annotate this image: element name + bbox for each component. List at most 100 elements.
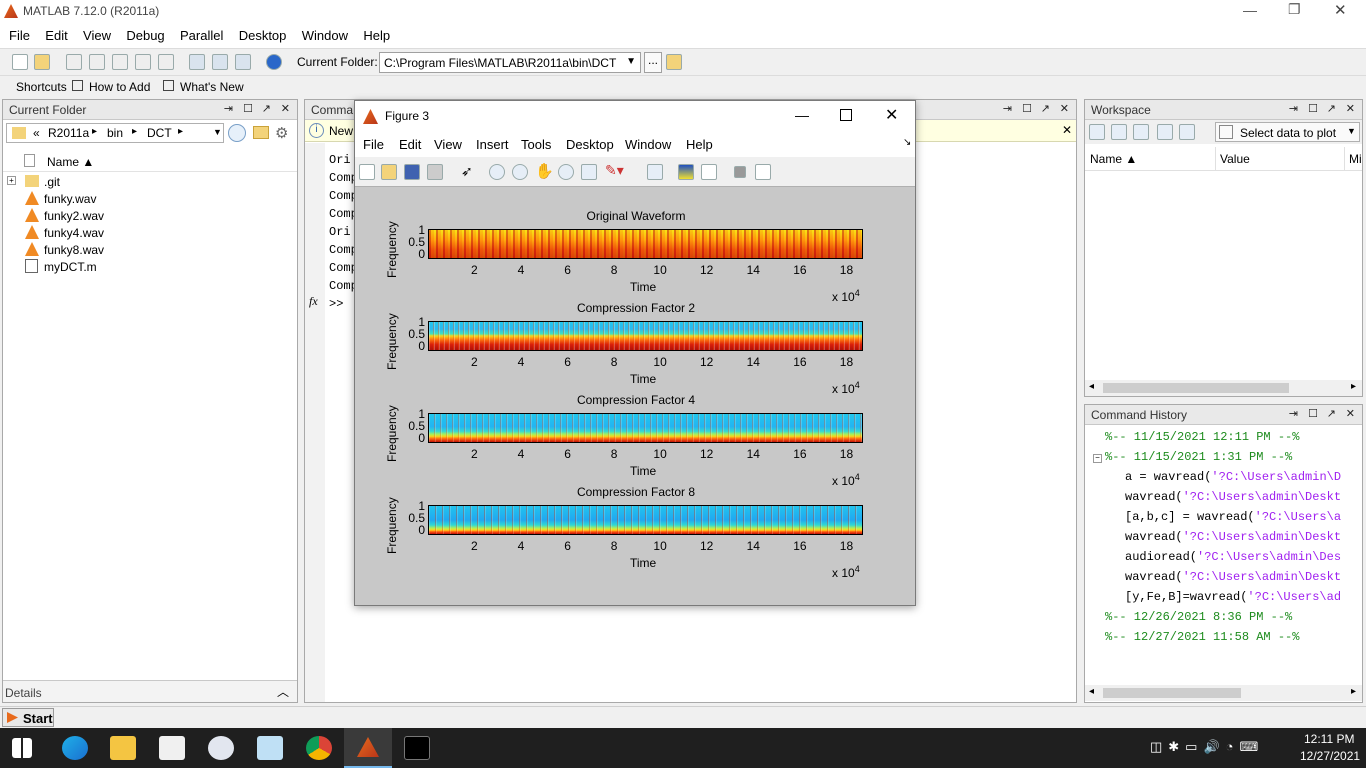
delete-variable-icon[interactable]: [1179, 124, 1195, 140]
scroll-right-icon[interactable]: ▸: [1351, 381, 1356, 392]
chevron-down-icon[interactable]: ▼: [626, 56, 636, 67]
menu-edit[interactable]: Edit: [39, 24, 73, 47]
history-separator[interactable]: %-- 11/15/2021 12:11 PM --%: [1085, 427, 1362, 447]
panel-undock-icon[interactable]: ↗: [1327, 102, 1336, 115]
current-folder-combo[interactable]: C:\Program Files\MATLAB\R2011a\bin\DCT ▼: [379, 52, 641, 73]
path-back[interactable]: «: [33, 126, 40, 140]
list-item[interactable]: funky2.wav: [3, 207, 297, 224]
fx-icon[interactable]: fx: [309, 294, 318, 309]
colorbar-icon[interactable]: [678, 164, 694, 180]
history-entry[interactable]: wavread('?C:\Users\admin\Deskt: [1085, 527, 1362, 547]
print-icon[interactable]: [427, 164, 443, 180]
browse-folder-button[interactable]: ...: [644, 52, 662, 73]
path-segment-r2011a[interactable]: R2011a: [48, 126, 89, 140]
whats-new-link[interactable]: What's New: [180, 80, 244, 94]
figure-menu-file[interactable]: File: [363, 137, 384, 152]
scroll-left-icon[interactable]: ◂: [1089, 686, 1094, 697]
spectrogram-image[interactable]: [428, 413, 863, 443]
panel-maximize-icon[interactable]: ☐: [1308, 102, 1318, 115]
legend-icon[interactable]: [701, 164, 717, 180]
open-folder-icon[interactable]: [34, 54, 50, 70]
history-entry[interactable]: wavread('?C:\Users\admin\Deskt: [1085, 567, 1362, 587]
scroll-thumb[interactable]: [1103, 383, 1289, 393]
maximize-button[interactable]: [840, 109, 852, 121]
save-workspace-icon[interactable]: [1157, 124, 1173, 140]
panel-close-icon[interactable]: ✕: [1060, 102, 1069, 115]
spectrogram-image[interactable]: [428, 321, 863, 351]
chevron-down-icon[interactable]: ▼: [1347, 126, 1356, 136]
windows-start-icon[interactable]: [12, 738, 32, 758]
open-file-icon[interactable]: [381, 164, 397, 180]
figure-menu-view[interactable]: View: [434, 137, 462, 152]
subplot-1[interactable]: Original Waveform 1 0.5 0 Frequency 2 4 6 8 10 12 1…: [355, 187, 915, 304]
panel-undock-icon[interactable]: ↗: [1041, 102, 1050, 115]
figure-menu-desktop[interactable]: Desktop: [566, 137, 614, 152]
copy-icon[interactable]: [89, 54, 105, 70]
details-bar[interactable]: Details ︿: [3, 680, 297, 702]
terminal-icon[interactable]: [404, 736, 430, 760]
history-entry[interactable]: [a,b,c] = wavread('?C:\Users\a: [1085, 507, 1362, 527]
paint-icon[interactable]: [208, 736, 234, 760]
pan-icon[interactable]: ✋: [535, 162, 554, 180]
menu-view[interactable]: View: [77, 24, 117, 47]
zoom-in-icon[interactable]: [489, 164, 505, 180]
figure-menu-edit[interactable]: Edit: [399, 137, 421, 152]
path-segment-dct[interactable]: DCT: [147, 126, 172, 140]
hide-plot-tools-icon[interactable]: [734, 166, 746, 178]
notepad-icon[interactable]: [257, 736, 283, 760]
show-plot-tools-icon[interactable]: [755, 164, 771, 180]
figure-menu-window[interactable]: Window: [625, 137, 671, 152]
list-item[interactable]: funky4.wav: [3, 224, 297, 241]
menu-parallel[interactable]: Parallel: [174, 24, 229, 47]
spectrogram-image[interactable]: [428, 229, 863, 259]
value-column-header[interactable]: Value: [1220, 152, 1250, 166]
import-data-icon[interactable]: [1133, 124, 1149, 140]
how-to-add-link[interactable]: How to Add: [89, 80, 150, 94]
new-file-icon[interactable]: [12, 54, 28, 70]
close-button[interactable]: ✕: [885, 105, 898, 125]
panel-undock-icon[interactable]: ↗: [262, 102, 271, 115]
horizontal-scrollbar[interactable]: ◂ ▸: [1085, 685, 1362, 701]
list-item[interactable]: myDCT.m: [3, 258, 297, 275]
open-variable-icon[interactable]: [1111, 124, 1127, 140]
history-entry[interactable]: [y,Fe,B]=wavread('?C:\Users\ad: [1085, 587, 1362, 607]
new-figure-icon[interactable]: [359, 164, 375, 180]
panel-maximize-icon[interactable]: ☐: [1308, 407, 1318, 420]
menu-file[interactable]: File: [3, 24, 36, 47]
file-explorer-icon[interactable]: [110, 736, 136, 760]
close-icon[interactable]: ✕: [1062, 123, 1072, 137]
zoom-out-icon[interactable]: [512, 164, 528, 180]
panel-close-icon[interactable]: ✕: [281, 102, 290, 115]
minimize-button[interactable]: —: [795, 107, 809, 123]
panel-undock-icon[interactable]: ↗: [1327, 407, 1336, 420]
path-segment-bin[interactable]: bin: [107, 126, 123, 140]
horizontal-scrollbar[interactable]: ◂ ▸: [1085, 380, 1362, 396]
start-button[interactable]: Start: [2, 708, 54, 727]
history-entry[interactable]: audioread('?C:\Users\admin\Des: [1085, 547, 1362, 567]
subplot-3[interactable]: Compression Factor 4 1 0.5 0 Frequency 2 4 6 8 10…: [355, 371, 915, 488]
new-variable-icon[interactable]: [1089, 124, 1105, 140]
pointer-icon[interactable]: ➶: [461, 163, 473, 180]
subplot-2[interactable]: Compression Factor 2 1 0.5 0 Frequency 2 4 6 8 10…: [355, 279, 915, 396]
panel-menu-icon[interactable]: ⇥: [1289, 102, 1298, 115]
history-entry[interactable]: wavread('?C:\Users\admin\Deskt: [1085, 487, 1362, 507]
chevron-down-icon[interactable]: ▼: [213, 127, 222, 137]
edge-icon[interactable]: [62, 736, 88, 760]
help-icon[interactable]: [266, 54, 282, 70]
gear-icon[interactable]: ⚙: [275, 124, 288, 142]
panel-maximize-icon[interactable]: ☐: [1022, 102, 1032, 115]
folder-address-bar[interactable]: « R2011a ▸ bin ▸ DCT ▸ ▼: [6, 123, 224, 143]
guide-icon[interactable]: [212, 54, 228, 70]
scroll-right-icon[interactable]: ▸: [1351, 686, 1356, 697]
undo-icon[interactable]: [135, 54, 151, 70]
simulink-icon[interactable]: [189, 54, 205, 70]
store-icon[interactable]: [159, 736, 185, 760]
up-folder-icon[interactable]: [666, 54, 682, 70]
subplot-4[interactable]: Compression Factor 8 1 0.5 0 Frequency 2 4 6 8 10…: [355, 463, 915, 580]
clock-date[interactable]: 12/27/2021: [1300, 749, 1360, 763]
system-tray-icons[interactable]: ◫✱▭🔊◔⌨: [1150, 739, 1264, 755]
figure-menu-insert[interactable]: Insert: [476, 137, 509, 152]
menu-desktop[interactable]: Desktop: [233, 24, 293, 47]
data-cursor-icon[interactable]: [581, 164, 597, 180]
scroll-thumb[interactable]: [1103, 688, 1241, 698]
